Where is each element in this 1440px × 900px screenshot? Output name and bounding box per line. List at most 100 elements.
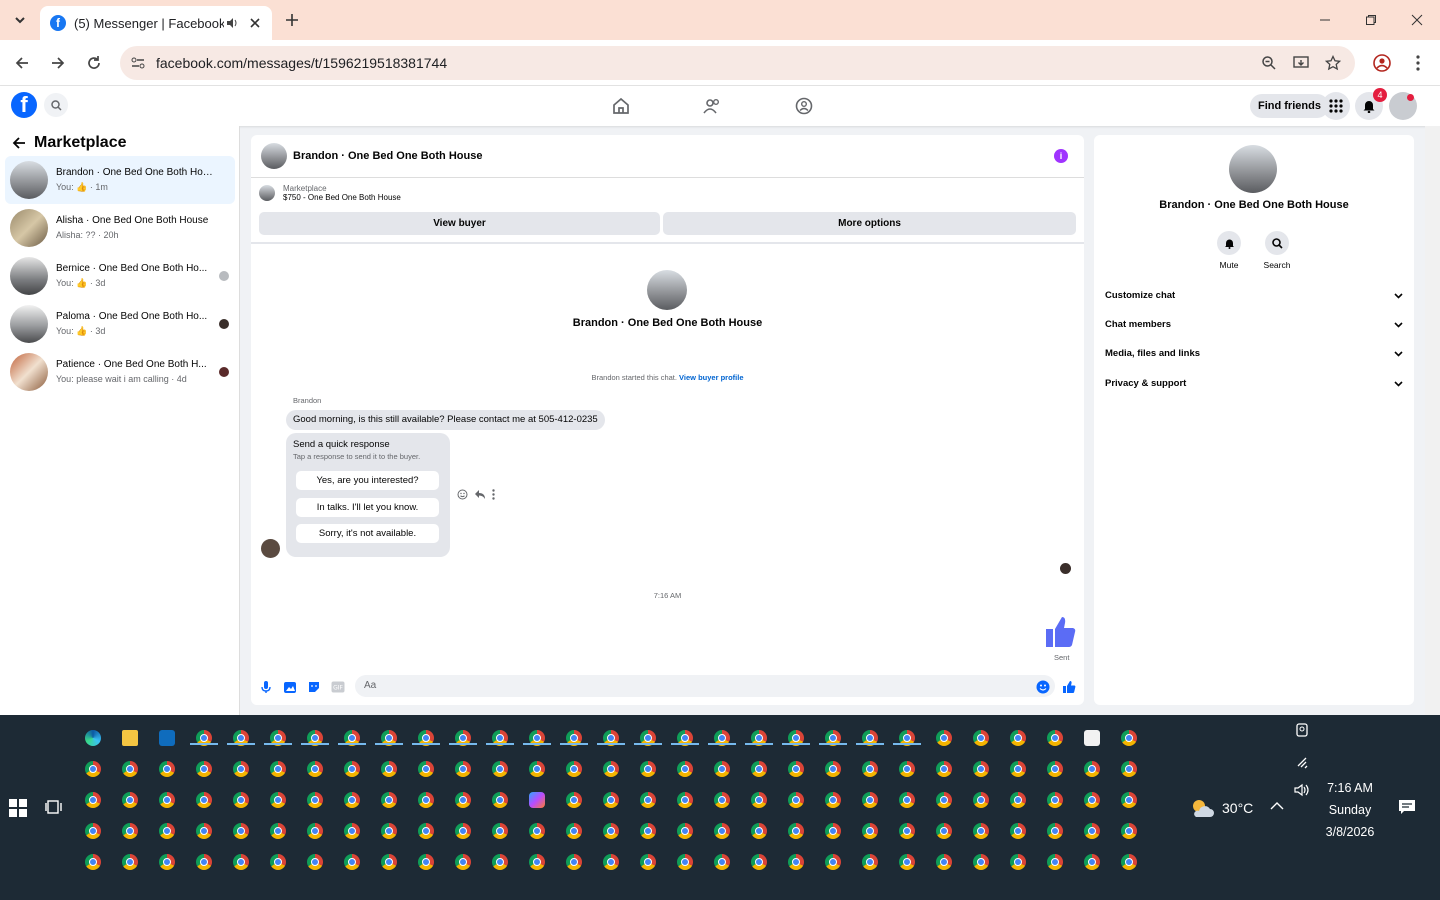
search-conversation-button[interactable]: Search — [1257, 231, 1297, 270]
more-options-button[interactable]: More options — [663, 212, 1076, 235]
chrome-icon[interactable] — [1121, 854, 1137, 870]
chrome-icon[interactable] — [122, 792, 138, 808]
quick-response-sorry-button[interactable]: Sorry, it's not available. — [296, 524, 439, 543]
chrome-icon[interactable] — [640, 792, 656, 808]
chrome-icon[interactable] — [1047, 761, 1063, 777]
chrome-icon[interactable] — [936, 761, 952, 777]
gif-icon[interactable]: GIF — [330, 679, 346, 695]
address-bar[interactable]: facebook.com/messages/t/1596219518381744 — [120, 46, 1355, 80]
chrome-icon[interactable] — [1084, 792, 1100, 808]
emoji-icon[interactable] — [1035, 679, 1051, 695]
chrome-icon[interactable] — [270, 792, 286, 808]
chrome-icon[interactable] — [233, 761, 249, 777]
chrome-icon[interactable] — [1121, 823, 1137, 839]
chrome-icon[interactable] — [862, 792, 878, 808]
menu-grid-icon[interactable] — [1322, 92, 1350, 120]
profile-avatar[interactable] — [1229, 145, 1277, 193]
chrome-icon[interactable] — [455, 854, 471, 870]
chrome-icon[interactable] — [1121, 792, 1137, 808]
chrome-icon[interactable] — [344, 823, 360, 839]
info-icon[interactable]: i — [1054, 149, 1068, 163]
chrome-icon[interactable] — [455, 761, 471, 777]
chrome-icon[interactable] — [159, 823, 175, 839]
chrome-icon[interactable] — [862, 823, 878, 839]
privacy-support-section[interactable]: Privacy & support — [1105, 378, 1403, 389]
chrome-icon[interactable] — [529, 823, 545, 839]
file-explorer-icon[interactable] — [122, 730, 138, 746]
chrome-icon[interactable] — [973, 854, 989, 870]
reply-icon[interactable] — [474, 489, 486, 500]
chrome-icon[interactable] — [381, 761, 397, 777]
chrome-icon[interactable] — [122, 761, 138, 777]
chrome-icon[interactable] — [418, 823, 434, 839]
sticker-icon[interactable] — [306, 679, 322, 695]
tab-close-icon[interactable] — [248, 18, 262, 28]
chrome-icon[interactable] — [233, 823, 249, 839]
chrome-icon[interactable] — [196, 823, 212, 839]
quick-response-yes-button[interactable]: Yes, are you interested? — [296, 471, 439, 490]
chrome-icon[interactable] — [751, 854, 767, 870]
outlook-icon[interactable] — [159, 730, 175, 746]
chrome-icon[interactable] — [529, 761, 545, 777]
chrome-icon[interactable] — [640, 823, 656, 839]
microphone-icon[interactable] — [258, 679, 274, 695]
chrome-icon[interactable] — [1010, 854, 1026, 870]
chrome-icon[interactable] — [714, 854, 730, 870]
chrome-icon[interactable] — [196, 792, 212, 808]
chat-members-section[interactable]: Chat members — [1105, 319, 1403, 330]
chrome-menu-icon[interactable] — [1406, 51, 1430, 75]
chrome-icon[interactable] — [85, 761, 101, 777]
chrome-icon[interactable] — [307, 854, 323, 870]
friends-icon[interactable] — [701, 95, 723, 117]
chrome-icon[interactable] — [788, 854, 804, 870]
chrome-icon[interactable] — [270, 761, 286, 777]
minimize-icon[interactable] — [1313, 8, 1337, 32]
chrome-icon[interactable] — [233, 854, 249, 870]
quick-response-talks-button[interactable]: In talks. I'll let you know. — [296, 498, 439, 517]
chrome-icon[interactable] — [85, 792, 101, 808]
view-buyer-profile-link[interactable]: View buyer profile — [679, 373, 743, 382]
chrome-icon[interactable] — [159, 761, 175, 777]
chrome-icon[interactable] — [825, 792, 841, 808]
chrome-icon[interactable] — [1084, 761, 1100, 777]
view-buyer-button[interactable]: View buyer — [259, 212, 660, 235]
chrome-icon[interactable] — [603, 761, 619, 777]
chrome-icon[interactable] — [418, 854, 434, 870]
install-app-icon[interactable] — [1293, 55, 1309, 71]
chrome-icon[interactable] — [936, 823, 952, 839]
chrome-icon[interactable] — [85, 823, 101, 839]
volume-icon[interactable] — [1294, 782, 1310, 798]
avatar[interactable] — [261, 143, 287, 169]
edge-icon[interactable] — [85, 730, 101, 746]
tab-search-icon[interactable] — [8, 8, 32, 32]
chrome-icon[interactable] — [788, 823, 804, 839]
chrome-icon[interactable] — [899, 854, 915, 870]
chrome-icon[interactable] — [973, 730, 989, 746]
chrome-icon[interactable] — [270, 854, 286, 870]
chrome-icon[interactable] — [566, 761, 582, 777]
chrome-icon[interactable] — [862, 761, 878, 777]
chrome-icon[interactable] — [122, 854, 138, 870]
chrome-icon[interactable] — [381, 823, 397, 839]
site-info-icon[interactable] — [130, 55, 146, 71]
chrome-icon[interactable] — [603, 823, 619, 839]
windows-start-icon[interactable] — [9, 799, 27, 817]
browser-tab[interactable]: f (5) Messenger | Facebook — [40, 6, 272, 40]
chrome-icon[interactable] — [677, 823, 693, 839]
chrome-icon[interactable] — [566, 854, 582, 870]
notification-center-icon[interactable] — [1398, 799, 1416, 815]
find-friends-button[interactable]: Find friends — [1250, 94, 1329, 118]
chrome-icon[interactable] — [640, 854, 656, 870]
search-icon[interactable] — [44, 93, 68, 117]
chrome-icon[interactable] — [825, 854, 841, 870]
chrome-icon[interactable] — [714, 792, 730, 808]
chrome-icon[interactable] — [492, 854, 508, 870]
chrome-icon[interactable] — [1010, 792, 1026, 808]
message-input[interactable]: Aa — [355, 675, 1055, 697]
chrome-icon[interactable] — [677, 854, 693, 870]
thumbs-up-send-icon[interactable] — [1061, 679, 1077, 695]
react-emoji-icon[interactable] — [457, 489, 468, 500]
conversation-item[interactable]: Patience · One Bed One Both H... You: ple… — [5, 348, 235, 396]
chrome-icon[interactable] — [899, 761, 915, 777]
chrome-icon[interactable] — [899, 823, 915, 839]
